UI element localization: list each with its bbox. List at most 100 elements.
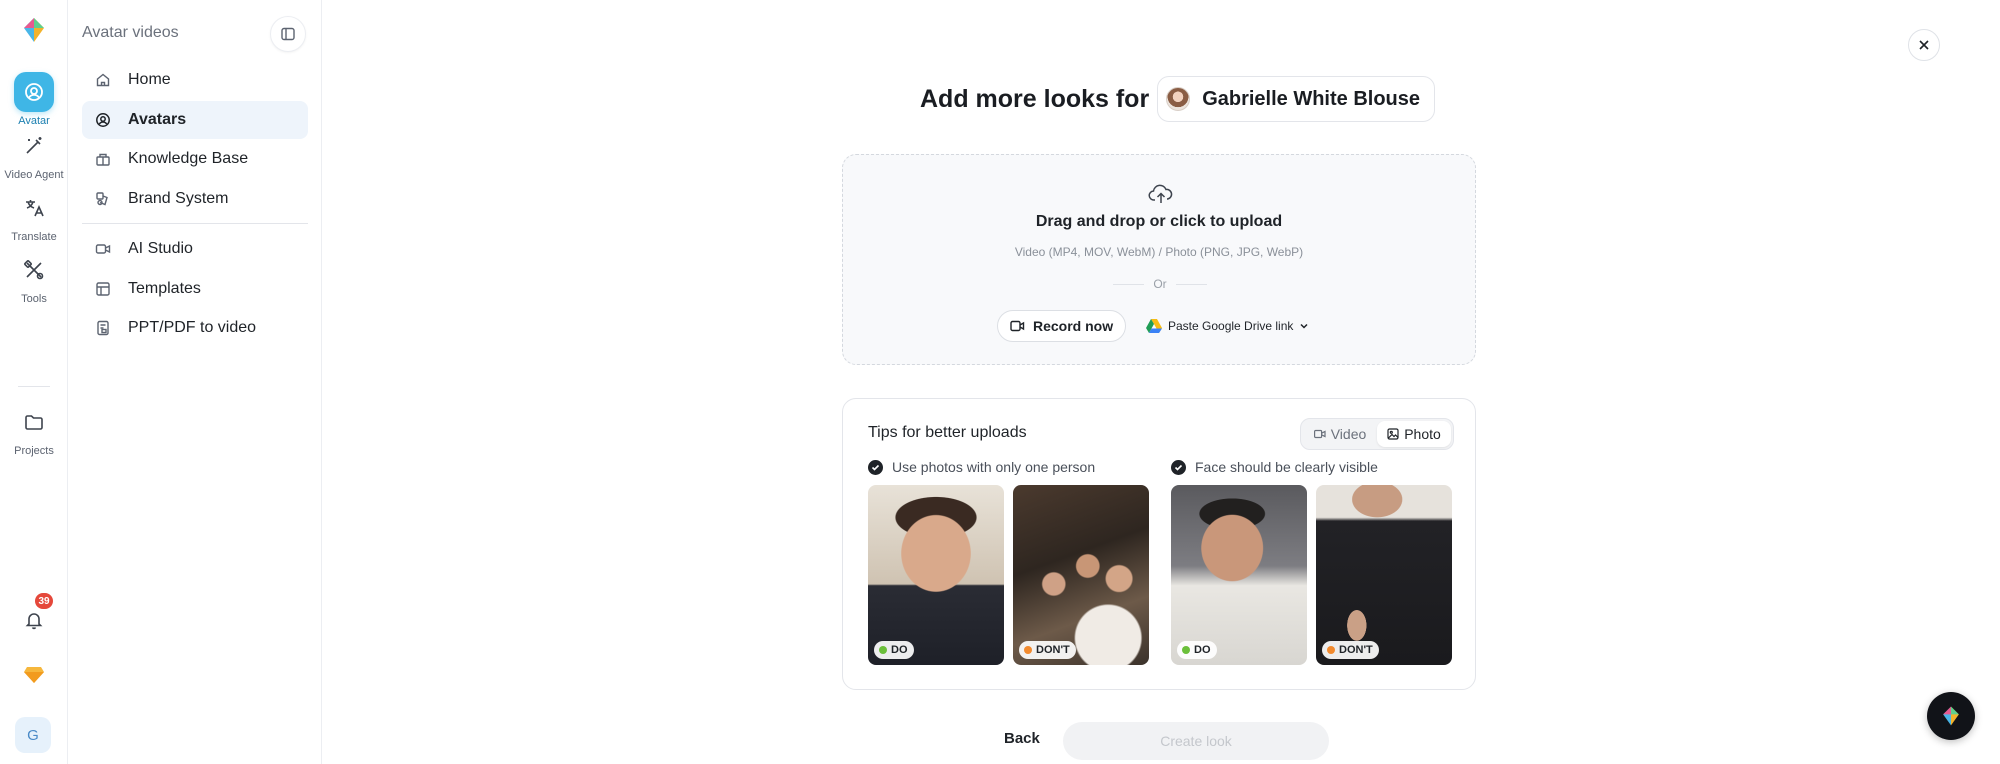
badge-label: DON'T — [1036, 644, 1070, 656]
badge-label: DON'T — [1339, 644, 1373, 656]
google-drive-icon — [1146, 319, 1162, 333]
avatar-thumbnail — [1166, 87, 1191, 111]
rail-item-projects[interactable]: Projects — [0, 402, 68, 457]
badge-label: DO — [891, 644, 908, 656]
avatars-icon — [92, 109, 114, 131]
upload-dropzone[interactable]: Drag and drop or click to upload Video (… — [842, 154, 1476, 365]
tips-panel: Tips for better uploads Video Photo Use … — [842, 398, 1476, 690]
tools-icon — [14, 250, 54, 290]
sidebar-item-knowledge-base[interactable]: Knowledge Base — [82, 140, 308, 178]
video-camera-icon — [1010, 320, 1025, 332]
home-icon — [92, 69, 114, 91]
check-circle-icon — [868, 459, 883, 475]
page-title: Add more looks for — [920, 84, 1150, 113]
sidebar-item-avatars[interactable]: Avatars — [82, 101, 308, 139]
rail-item-video-agent[interactable]: Video Agent — [0, 126, 68, 181]
rail-label: Translate — [11, 231, 57, 243]
sidebar-toggle-icon — [281, 27, 295, 41]
tip-rule-text: Face should be clearly visible — [1195, 459, 1378, 475]
photo-icon — [1387, 428, 1399, 440]
upload-formats: Video (MP4, MOV, WebM) / Photo (PNG, JPG… — [1014, 245, 1304, 259]
sidebar-item-ai-studio[interactable]: AI Studio — [82, 230, 308, 268]
badge-label: DO — [1194, 644, 1211, 656]
sidebar-item-label: Templates — [128, 280, 201, 297]
video-camera-icon — [92, 238, 114, 260]
sidebar-item-templates[interactable]: Templates — [82, 270, 308, 308]
notification-badge: 39 — [35, 593, 53, 609]
tab-video-label: Video — [1330, 426, 1367, 442]
tip-rule: Face should be clearly visible — [1171, 459, 1378, 475]
rail-item-avatar[interactable]: Avatar — [0, 72, 68, 127]
upgrade-button[interactable] — [0, 655, 68, 695]
sidebar-title: Avatar videos — [82, 24, 179, 41]
app-rail: Avatar Video Agent Translate Tools Proje… — [0, 0, 68, 764]
or-divider: Or — [1113, 277, 1207, 291]
sidebar-item-label: AI Studio — [128, 240, 193, 257]
folder-icon — [14, 402, 54, 442]
rail-label: Video Agent — [4, 169, 64, 181]
sidebar-collapse-button[interactable] — [270, 16, 306, 52]
knowledge-base-icon — [92, 148, 114, 170]
tips-media-toggle: Video Photo — [1300, 418, 1454, 450]
document-icon — [92, 317, 114, 339]
rail-item-tools[interactable]: Tools — [0, 250, 68, 305]
close-button[interactable] — [1908, 29, 1940, 61]
tab-photo-label: Photo — [1404, 426, 1441, 442]
rail-divider — [18, 386, 50, 387]
or-label: Or — [1153, 277, 1167, 291]
example-photo-do: DO — [1171, 485, 1307, 665]
tab-video[interactable]: Video — [1303, 421, 1377, 447]
tip-rule: Use photos with only one person — [868, 459, 1095, 475]
diamond-icon — [14, 655, 54, 695]
create-look-button[interactable]: Create look — [1063, 722, 1329, 760]
example-photo-do: DO — [868, 485, 1004, 665]
do-badge: DO — [1177, 641, 1217, 659]
avatar-name: Gabrielle White Blouse — [1202, 87, 1421, 110]
sidebar-item-ppt-pdf-to-video[interactable]: PPT/PDF to video — [82, 309, 308, 347]
tip-rule-text: Use photos with only one person — [892, 459, 1096, 475]
avatar-selector[interactable]: Gabrielle White Blouse — [1157, 76, 1436, 122]
google-drive-label: Paste Google Drive link — [1168, 319, 1294, 333]
templates-icon — [92, 278, 114, 300]
app-root: Avatar Video Agent Translate Tools Proje… — [0, 0, 2000, 764]
close-icon — [1919, 40, 1929, 50]
assistant-logo-icon — [1943, 706, 1959, 726]
sidebar-item-label: Knowledge Base — [128, 150, 249, 167]
magic-wand-icon — [14, 126, 54, 166]
sidebar-item-home[interactable]: Home — [82, 61, 308, 99]
dont-dot — [1327, 646, 1335, 654]
sidebar: Avatar videos Home Avatars Knowledge Bas… — [68, 0, 322, 764]
upload-title: Drag and drop or click to upload — [1035, 213, 1283, 230]
translate-icon — [14, 188, 54, 228]
sidebar-divider — [82, 223, 308, 224]
brand-logo-icon[interactable] — [20, 16, 48, 44]
example-photo-dont: DON'T — [1013, 485, 1149, 665]
avatar-icon — [14, 72, 54, 112]
notifications-button[interactable] — [0, 600, 68, 640]
sidebar-item-label: PPT/PDF to video — [128, 319, 257, 336]
tab-photo[interactable]: Photo — [1377, 421, 1451, 447]
do-dot — [879, 646, 887, 654]
rail-item-translate[interactable]: Translate — [0, 188, 68, 243]
dont-badge: DON'T — [1019, 641, 1076, 659]
sidebar-item-label: Brand System — [128, 190, 229, 207]
do-badge: DO — [874, 641, 914, 659]
google-drive-link-button[interactable]: Paste Google Drive link — [1146, 310, 1309, 342]
page-heading: Add more looks for Gabrielle White Blous… — [920, 76, 1436, 122]
tips-title: Tips for better uploads — [868, 424, 1027, 441]
record-now-button[interactable]: Record now — [997, 310, 1127, 342]
rail-label: Projects — [14, 445, 54, 457]
sidebar-item-label: Avatars — [128, 111, 187, 128]
assistant-button[interactable] — [1927, 692, 1975, 740]
dont-badge: DON'T — [1322, 641, 1379, 659]
sidebar-item-brand-system[interactable]: Brand System — [82, 180, 308, 218]
example-photo-dont: DON'T — [1316, 485, 1452, 665]
record-now-label: Record now — [1033, 318, 1114, 334]
dont-dot — [1024, 646, 1032, 654]
rail-label: Tools — [21, 293, 47, 305]
user-avatar[interactable]: G — [15, 717, 51, 753]
chevron-down-icon — [1300, 323, 1308, 329]
do-dot — [1182, 646, 1190, 654]
video-icon — [1313, 429, 1326, 439]
back-button[interactable]: Back — [1004, 730, 1040, 747]
